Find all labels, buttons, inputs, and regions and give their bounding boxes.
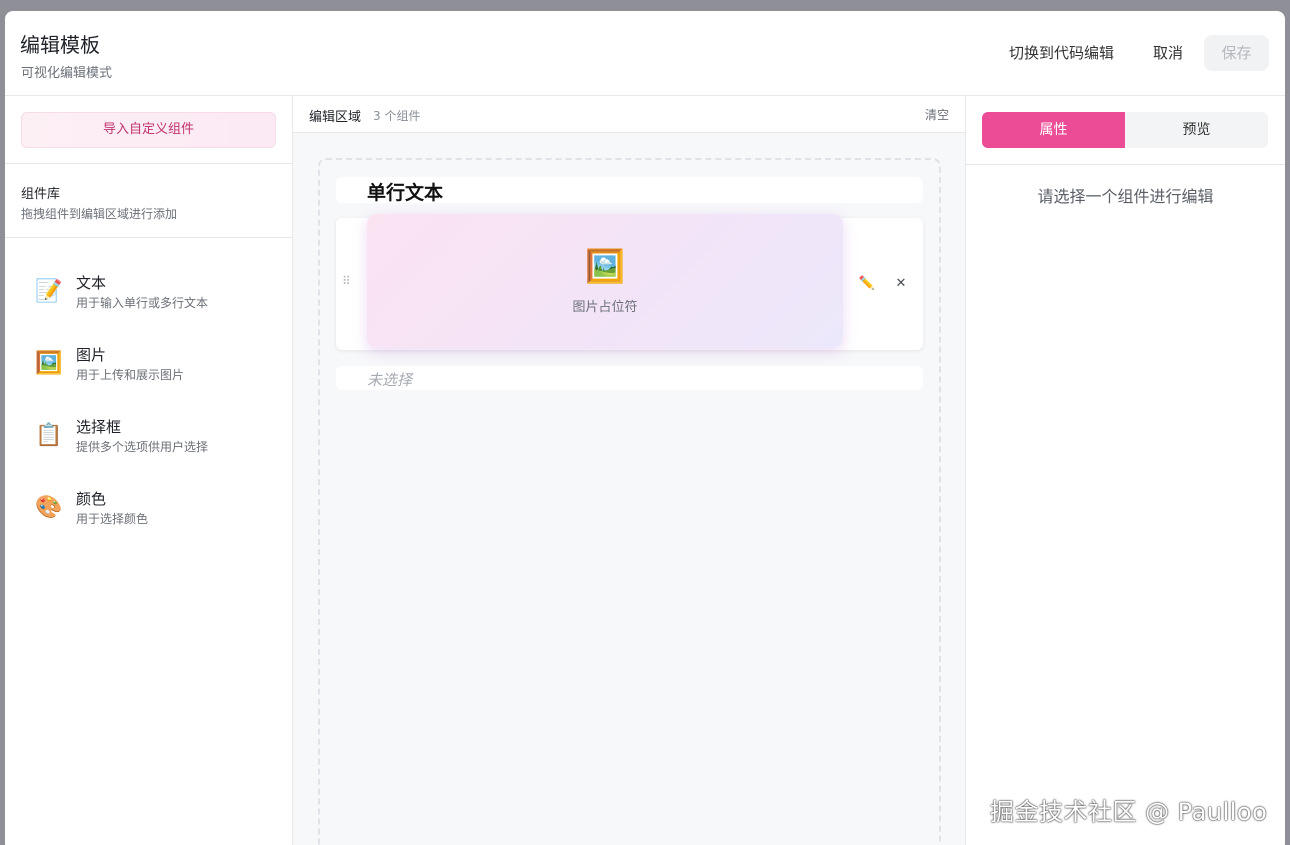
properties-panel: 属性 预览 请选择一个组件进行编辑 (966, 96, 1285, 845)
edit-template-modal: 编辑模板 可视化编辑模式 切换到代码编辑 取消 保存 导入自定义组件 组件库 拖… (5, 11, 1285, 845)
close-icon[interactable]: ✕ (891, 274, 911, 294)
import-section: 导入自定义组件 (5, 96, 292, 164)
edit-area: 编辑区域 3 个组件 清空 单行文本 ⠿ 🖼️ 图片占位符 ✏️ ✕ 未选择 (293, 96, 966, 845)
edit-area-title: 编辑区域 (309, 110, 362, 125)
canvas-row-text[interactable]: 单行文本 (336, 177, 923, 204)
watermark: 掘金技术社区 @ Paulloo (990, 798, 1268, 826)
component-description: 用于选择颜色 (76, 512, 149, 526)
component-item-select[interactable]: 📋 选择框 提供多个选项供用户选择 (21, 408, 277, 468)
single-line-text-label: 单行文本 (367, 182, 444, 204)
image-placeholder-label: 图片占位符 (572, 300, 638, 315)
palette-icon: 🎨 (35, 495, 63, 520)
switch-to-code-button[interactable]: 切换到代码编辑 (1009, 35, 1114, 71)
select-placeholder: 未选择 (367, 371, 413, 389)
component-name: 文本 (76, 274, 107, 292)
memo-icon: 📝 (35, 279, 63, 304)
empty-selection-tip: 请选择一个组件进行编辑 (1037, 187, 1214, 206)
component-item-image[interactable]: 🖼️ 图片 用于上传和展示图片 (21, 336, 277, 396)
component-name: 选择框 (76, 418, 122, 436)
clear-button[interactable]: 清空 (925, 106, 949, 123)
component-description: 用于上传和展示图片 (76, 368, 185, 382)
tab-properties[interactable]: 属性 (982, 112, 1125, 148)
component-count: 3 个组件 (373, 109, 421, 123)
image-placeholder[interactable]: 🖼️ 图片占位符 (367, 214, 843, 348)
tab-preview[interactable]: 预览 (1125, 112, 1268, 148)
component-name: 图片 (76, 346, 107, 364)
component-name: 颜色 (76, 490, 107, 508)
modal-header: 编辑模板 可视化编辑模式 切换到代码编辑 取消 保存 (5, 11, 1285, 96)
library-title: 组件库 (21, 187, 61, 202)
import-custom-component-button[interactable]: 导入自定义组件 (21, 112, 276, 148)
library-header: 组件库 拖拽组件到编辑区域进行添加 (5, 164, 292, 238)
save-button[interactable]: 保存 (1204, 35, 1269, 71)
component-sidebar: 导入自定义组件 组件库 拖拽组件到编辑区域进行添加 📝 文本 用于输入单行或多行… (5, 96, 293, 845)
page-title: 编辑模板 (20, 33, 100, 57)
page-subtitle: 可视化编辑模式 (21, 66, 113, 81)
cancel-button[interactable]: 取消 (1153, 35, 1183, 71)
drag-handle-icon[interactable]: ⠿ (342, 274, 352, 288)
clipboard-icon: 📋 (35, 423, 63, 448)
library-description: 拖拽组件到编辑区域进行添加 (21, 207, 178, 221)
component-description: 用于输入单行或多行文本 (76, 296, 209, 310)
panel-tabs: 属性 预览 (966, 96, 1285, 165)
canvas-row-image[interactable]: ⠿ 🖼️ 图片占位符 ✏️ ✕ (336, 214, 923, 350)
component-item-color[interactable]: 🎨 颜色 用于选择颜色 (21, 480, 277, 540)
framed-picture-icon: 🖼️ (585, 247, 625, 285)
canvas-row-select[interactable]: 未选择 (336, 366, 923, 390)
framed-picture-icon: 🖼️ (35, 351, 63, 376)
pencil-icon[interactable]: ✏️ (857, 274, 877, 294)
component-item-text[interactable]: 📝 文本 用于输入单行或多行文本 (21, 264, 277, 324)
edit-area-header: 编辑区域 3 个组件 清空 (293, 96, 965, 133)
component-description: 提供多个选项供用户选择 (76, 440, 209, 454)
drop-zone[interactable]: 单行文本 ⠿ 🖼️ 图片占位符 ✏️ ✕ 未选择 (318, 158, 941, 845)
